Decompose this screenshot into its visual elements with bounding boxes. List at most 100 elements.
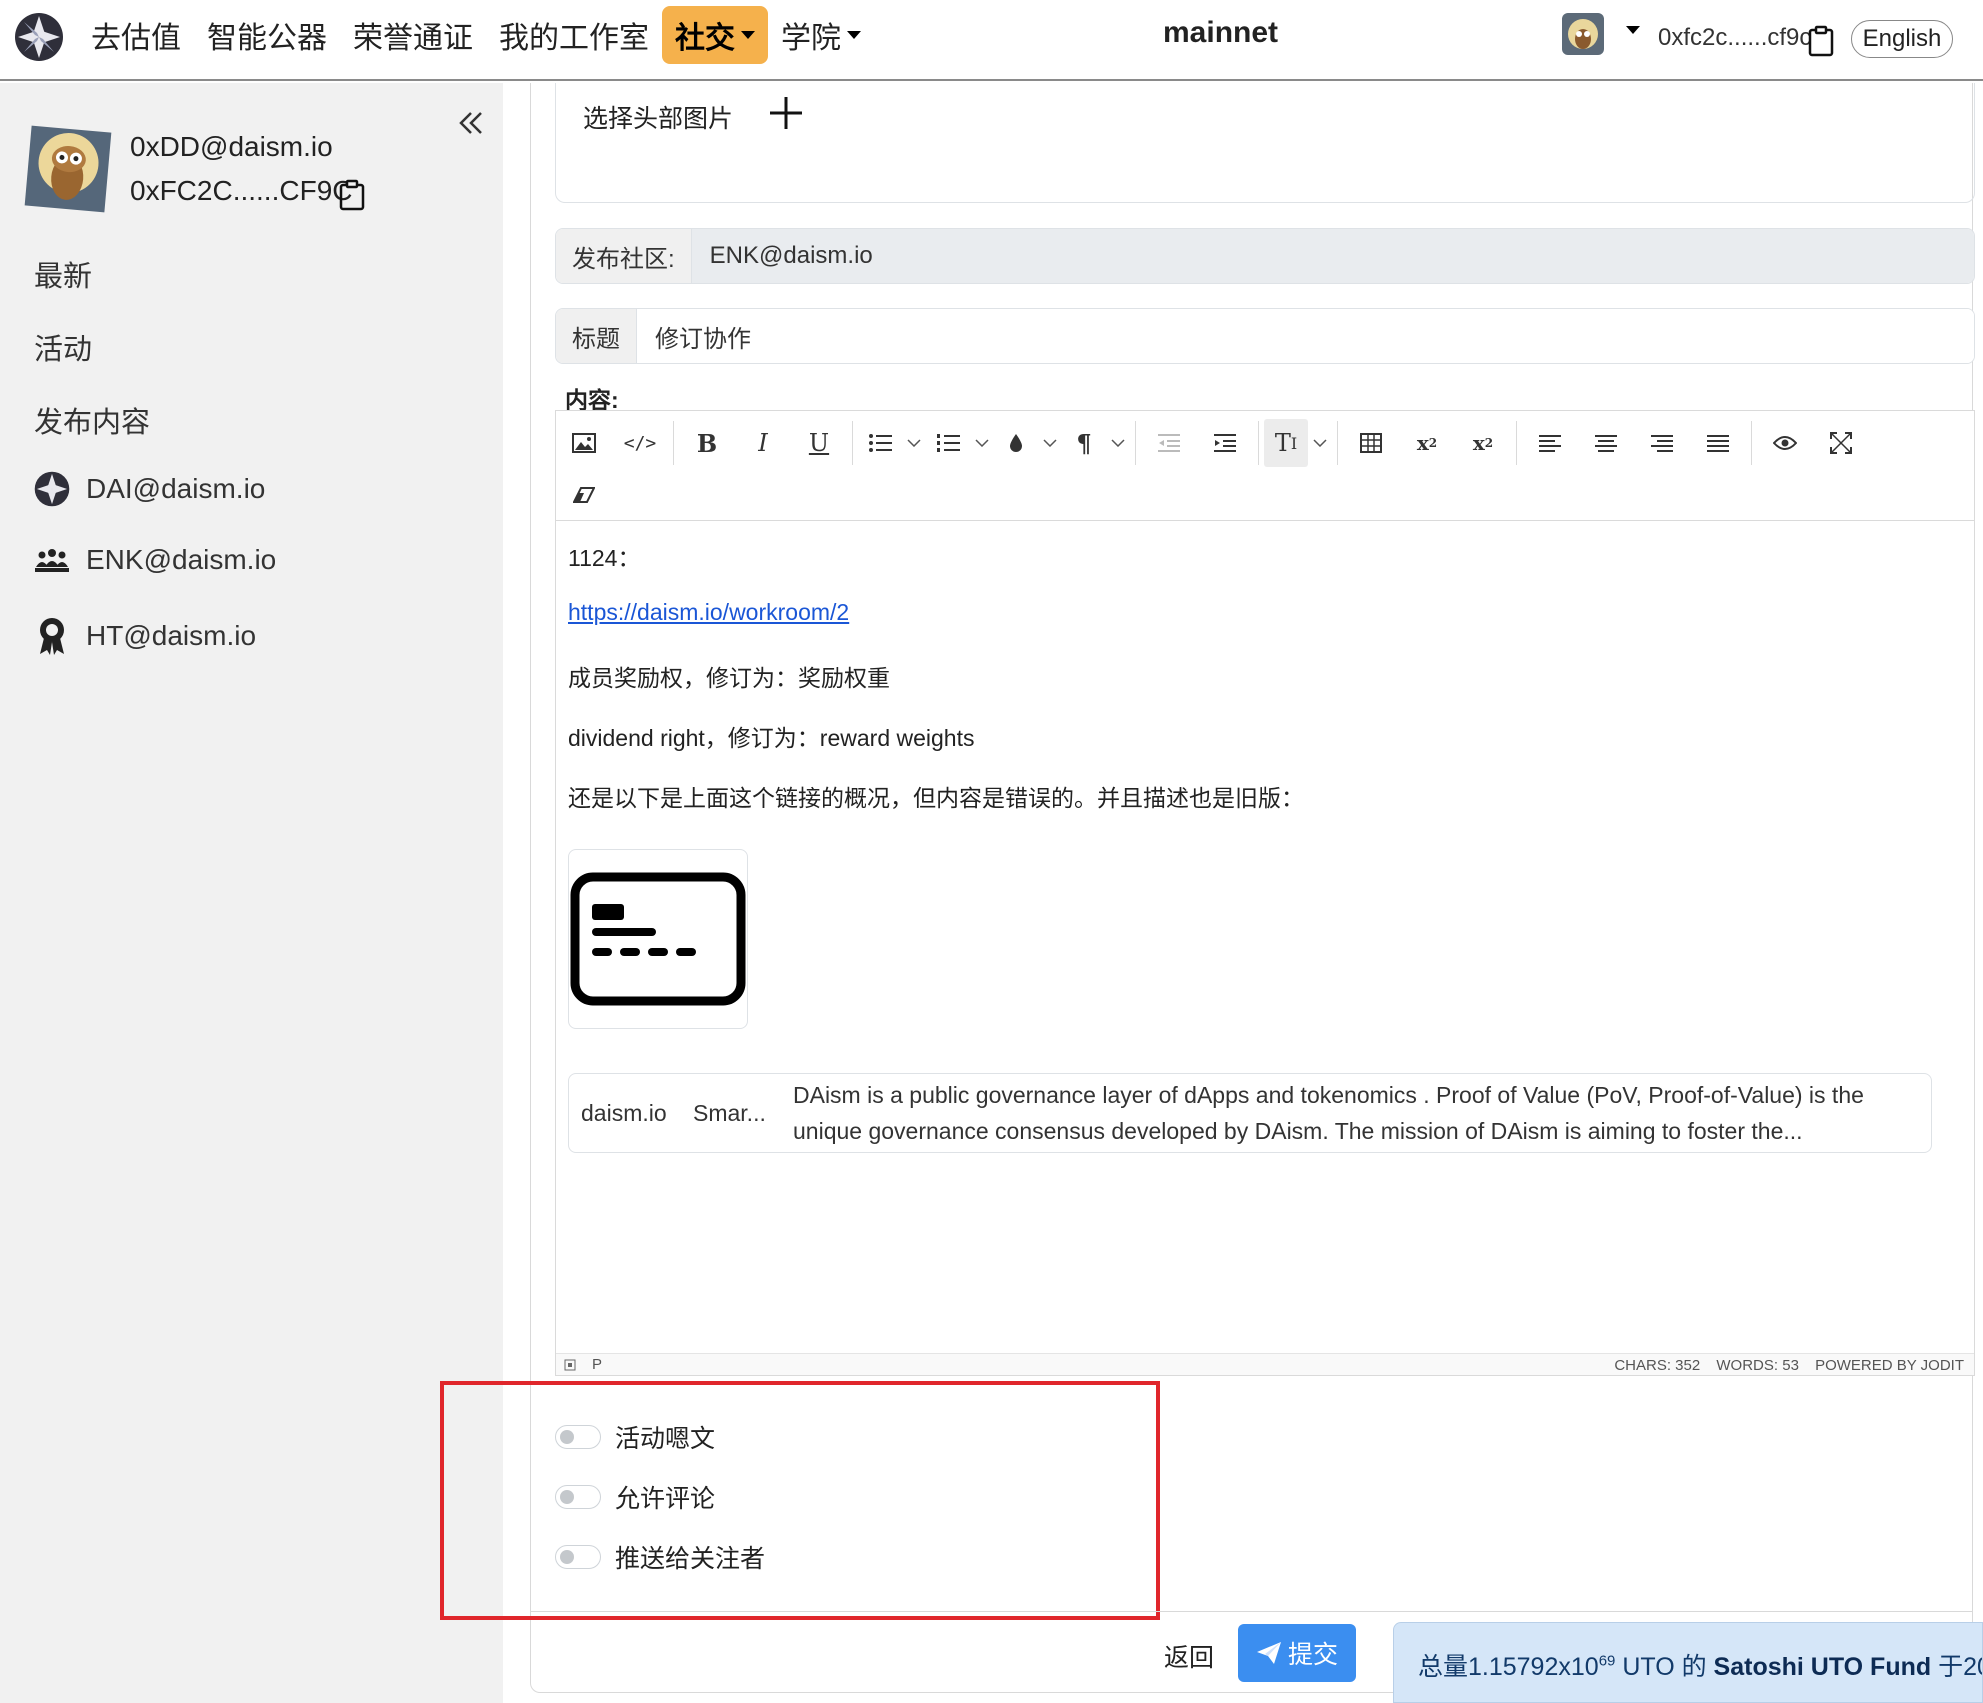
language-button[interactable]: English (1851, 20, 1953, 58)
subscript-icon[interactable]: x2 (1455, 419, 1511, 467)
link-preview-site: daism.io (581, 1099, 667, 1126)
copy-icon[interactable] (338, 179, 366, 211)
header-image-label: 选择头部图片 (583, 105, 734, 133)
chevron-down-icon[interactable] (902, 419, 926, 467)
sidebar: 0xDD@daism.io 0xFC2C......CF9C 最新 活动 发布内… (0, 83, 503, 1703)
toolbar-divider (1751, 421, 1752, 465)
fullscreen-icon[interactable] (1813, 419, 1869, 467)
toast-middle: UTO 的 (1615, 1653, 1714, 1681)
editor-toolbar: </> B I U ¶ T I x 2 x 2 (556, 411, 1974, 521)
bold-icon[interactable]: B (679, 419, 735, 467)
toast-message: 总量1.15792x1069 UTO 的 Satoshi UTO Fund 于2… (1418, 1647, 1982, 1683)
content-link-paragraph: https://daism.io/workroom/2 (568, 599, 849, 626)
daism-logo-icon[interactable] (14, 12, 64, 62)
superscript-icon[interactable]: x2 (1399, 419, 1455, 467)
preview-eye-icon[interactable] (1757, 419, 1813, 467)
resize-icon[interactable] (564, 1359, 576, 1371)
title-field: 标题 修订协作 (555, 308, 1975, 364)
wallet-address: 0xfc2c......cf9c (1658, 24, 1812, 51)
copy-icon[interactable] (1808, 25, 1834, 57)
toolbar-divider (1516, 421, 1517, 465)
nav-academy[interactable]: 学院 (768, 6, 874, 64)
nav-my-workroom[interactable]: 我的工作室 (486, 6, 662, 64)
outdent-icon[interactable] (1141, 419, 1197, 467)
content-paragraph: 成员奖励权，修订为：奖励权重 (568, 665, 890, 691)
toolbar-divider (1337, 421, 1338, 465)
chevron-down-icon[interactable] (970, 419, 994, 467)
community-group-icon (35, 549, 69, 572)
link-preview-card[interactable]: daism.io Smar... DAism is a public gover… (568, 1073, 1932, 1153)
powered-by[interactable]: POWERED BY JODIT (1815, 1357, 1964, 1374)
form-divider (530, 1611, 1973, 1612)
align-right-icon[interactable] (1634, 419, 1690, 467)
sidebar-item-label: HT@daism.io (86, 620, 257, 651)
editor-statusbar: P CHARS: 352 WORDS: 53 POWERED BY JODIT (556, 1353, 1974, 1375)
back-button[interactable]: 返回 (1164, 1638, 1214, 1674)
text-color-icon[interactable] (994, 419, 1038, 467)
chevron-down-icon (741, 31, 755, 39)
title-input[interactable]: 修订协作 (637, 309, 1974, 363)
insert-image-icon[interactable] (556, 419, 612, 467)
community-value: ENK@daism.io (691, 229, 1974, 283)
italic-icon[interactable]: I (735, 419, 791, 467)
sidebar-item-events[interactable]: 活动 (34, 326, 92, 368)
nav-social[interactable]: 社交 (662, 6, 768, 64)
card-placeholder-icon (570, 872, 746, 1006)
nav-smart-commons[interactable]: 智能公器 (194, 6, 340, 64)
toast-suffix: 于2024年 (1938, 1653, 1982, 1681)
nav-social-label: 社交 (675, 22, 735, 55)
sidebar-item-publish[interactable]: 发布内容 (34, 399, 150, 441)
align-justify-icon[interactable] (1690, 419, 1746, 467)
sidebar-item-enk[interactable]: ENK@daism.io (34, 544, 276, 576)
link-preview-description: DAism is a public governance layer of dA… (793, 1082, 1864, 1144)
table-icon[interactable] (1343, 419, 1399, 467)
award-icon (40, 618, 64, 655)
plus-icon[interactable] (766, 93, 806, 133)
toolbar-divider (1135, 421, 1136, 465)
editor-content[interactable]: 1124： https://daism.io/workroom/2 成员奖励权，… (568, 521, 1962, 1321)
embedded-image[interactable] (568, 849, 748, 1029)
user-menu-chevron-icon[interactable] (1626, 26, 1640, 34)
source-code-icon[interactable]: </> (612, 419, 668, 467)
chevron-down-icon[interactable] (1038, 419, 1062, 467)
paragraph-icon[interactable]: ¶ (1062, 419, 1106, 467)
rich-text-editor: </> B I U ¶ T I x 2 x 2 1124： https://da… (555, 410, 1975, 1376)
content-paragraph: 还是以下是上面这个链接的概况，但内容是错误的。并且描述也是旧版： (568, 785, 1304, 811)
sidebar-item-label: DAI@daism.io (86, 473, 266, 504)
collapse-sidebar-icon[interactable] (455, 107, 487, 139)
underline-icon[interactable]: U (791, 419, 847, 467)
sidebar-item-ht[interactable]: HT@daism.io (34, 616, 256, 656)
fund-notification-toast[interactable]: 总量1.15792x1069 UTO 的 Satoshi UTO Fund 于2… (1393, 1622, 1983, 1703)
align-center-icon[interactable] (1578, 419, 1634, 467)
eraser-icon[interactable] (556, 471, 612, 519)
network-name: mainnet (1163, 16, 1279, 49)
numbered-list-icon[interactable] (926, 419, 970, 467)
chevron-down-icon[interactable] (1308, 419, 1332, 467)
content-link[interactable]: https://daism.io/workroom/2 (568, 599, 849, 625)
font-size-icon[interactable]: TI (1264, 419, 1308, 467)
nav-valuation[interactable]: 去估值 (78, 6, 194, 64)
submit-button[interactable]: 提交 (1238, 1624, 1356, 1682)
daism-logo-icon (34, 471, 70, 507)
highlight-annotation (440, 1381, 1160, 1620)
send-icon (1256, 1642, 1281, 1664)
toast-exponent: 69 (1598, 1652, 1616, 1670)
toolbar-divider (1258, 421, 1259, 465)
bullet-list-icon[interactable] (858, 419, 902, 467)
nav-academy-label: 学院 (781, 22, 841, 55)
user-avatar-icon[interactable] (1561, 12, 1605, 56)
community-field: 发布社区: ENK@daism.io (555, 228, 1975, 284)
chevron-down-icon[interactable] (1106, 419, 1130, 467)
align-left-icon[interactable] (1522, 419, 1578, 467)
indent-icon[interactable] (1197, 419, 1253, 467)
nav-honor-tokens[interactable]: 荣誉通证 (340, 6, 486, 64)
element-path[interactable]: P (592, 1356, 602, 1373)
sidebar-item-dai[interactable]: DAI@daism.io (34, 471, 265, 507)
avatar (24, 125, 112, 213)
content-paragraph: dividend right，修订为：reward weights (568, 725, 975, 751)
word-count: WORDS: 53 (1716, 1357, 1799, 1374)
sidebar-item-latest[interactable]: 最新 (34, 253, 92, 295)
profile-name: 0xDD@daism.io (130, 131, 333, 162)
header-image-picker[interactable]: 选择头部图片 (555, 83, 1975, 203)
sidebar-item-label: ENK@daism.io (86, 544, 277, 575)
